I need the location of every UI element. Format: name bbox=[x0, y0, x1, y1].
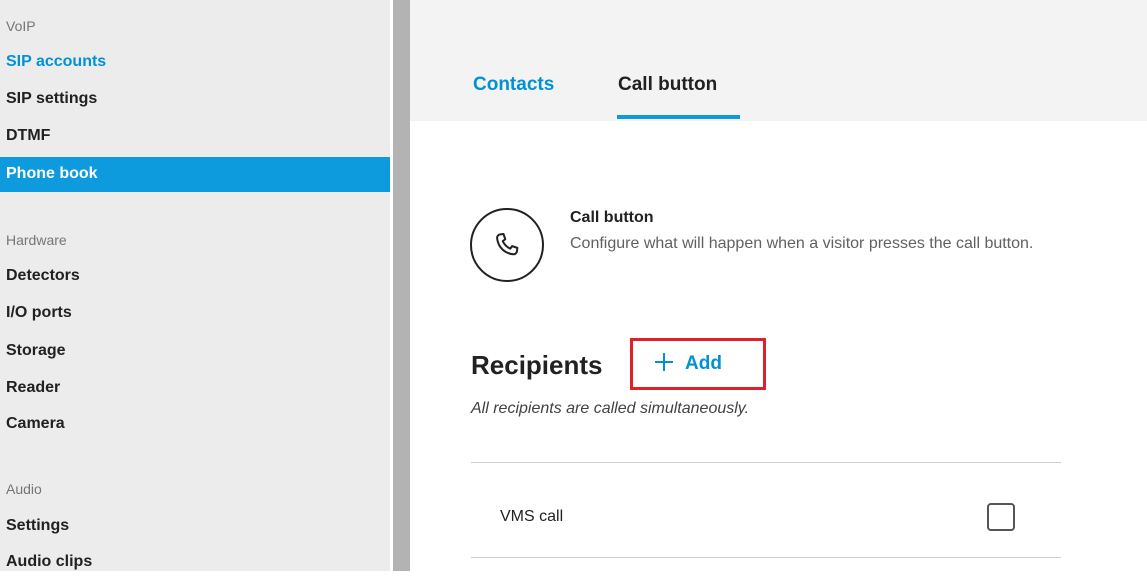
sidebar-item-storage[interactable]: Storage bbox=[0, 337, 390, 365]
sidebar-item-phone-book[interactable]: Phone book bbox=[0, 157, 390, 192]
recipient-checkbox[interactable] bbox=[987, 503, 1015, 531]
sidebar-group-audio: Audio bbox=[6, 481, 42, 497]
call-button-description: Configure what will happen when a visito… bbox=[570, 235, 1034, 252]
recipient-row-label: VMS call bbox=[500, 508, 564, 525]
tab-bar bbox=[410, 0, 1147, 121]
recipients-note: All recipients are called simultaneously… bbox=[471, 400, 750, 417]
active-tab-indicator bbox=[617, 115, 740, 119]
tab-call-button[interactable]: Call button bbox=[618, 74, 717, 96]
sidebar-item-camera[interactable]: Camera bbox=[0, 410, 390, 438]
sidebar-scrollbar[interactable] bbox=[393, 0, 410, 571]
sidebar-item-io-ports[interactable]: I/O ports bbox=[0, 299, 390, 327]
sidebar-item-reader[interactable]: Reader bbox=[0, 374, 390, 402]
phone-icon bbox=[470, 208, 544, 282]
recipients-heading: Recipients bbox=[471, 350, 603, 380]
sidebar-item-sip-accounts[interactable]: SIP accounts bbox=[0, 48, 390, 76]
divider bbox=[471, 462, 1061, 463]
plus-icon bbox=[653, 351, 675, 378]
sidebar: VoIP SIP accounts SIP settings DTMF Phon… bbox=[0, 0, 390, 571]
sidebar-item-detectors[interactable]: Detectors bbox=[0, 262, 390, 290]
add-label: Add bbox=[685, 353, 722, 374]
divider bbox=[471, 557, 1061, 558]
sidebar-item-audio-clips[interactable]: Audio clips bbox=[0, 548, 390, 576]
call-button-title: Call button bbox=[570, 209, 654, 226]
sidebar-group-voip: VoIP bbox=[6, 18, 36, 34]
tab-contacts[interactable]: Contacts bbox=[473, 74, 554, 96]
add-recipient-button[interactable]: Add bbox=[630, 338, 766, 390]
sidebar-item-sip-settings[interactable]: SIP settings bbox=[0, 85, 390, 113]
sidebar-item-settings[interactable]: Settings bbox=[0, 512, 390, 540]
sidebar-group-hardware: Hardware bbox=[6, 232, 67, 248]
sidebar-item-dtmf[interactable]: DTMF bbox=[0, 122, 390, 150]
